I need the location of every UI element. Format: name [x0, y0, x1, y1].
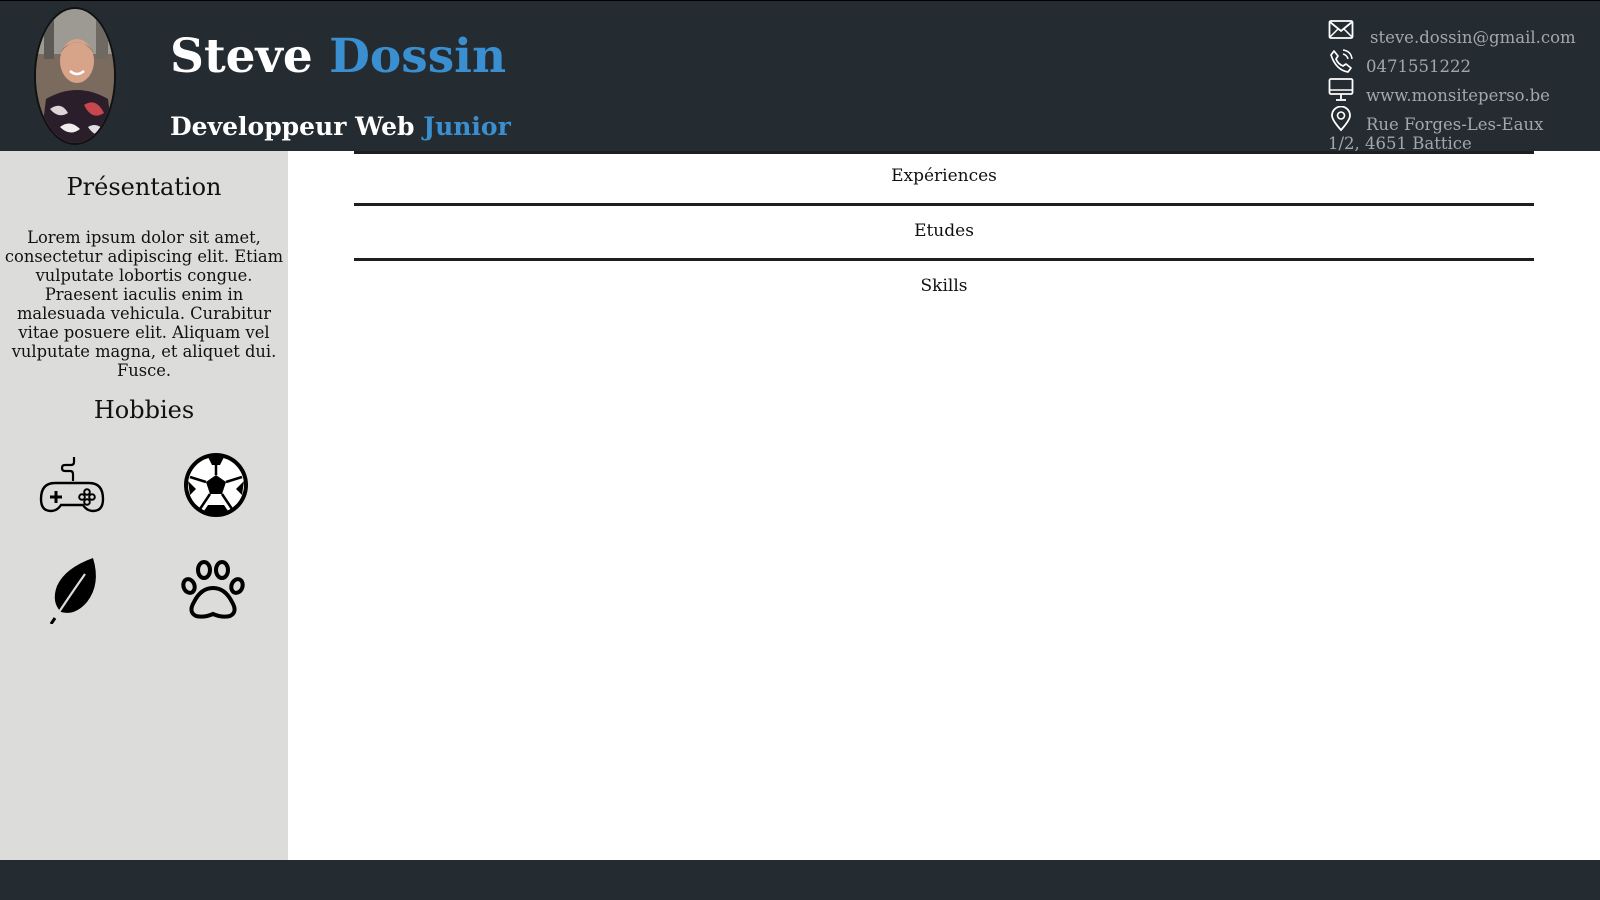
cv-page: Steve Dossin Developpeur Web Junior stev…	[0, 0, 1600, 900]
address-text: Rue Forges-Les-Eaux 1/2, 4651 Battice	[1328, 115, 1544, 153]
hobbies-title: Hobbies	[93, 396, 195, 424]
envelope-icon	[1328, 19, 1354, 45]
avatar	[34, 7, 116, 145]
footer	[0, 860, 1600, 900]
soccer-ball-icon	[180, 447, 250, 517]
presentation-text: Lorem ipsum dolor sit amet, consectetur …	[4, 228, 284, 380]
contact-website[interactable]: www.monsiteperso.be	[1328, 77, 1588, 106]
section-experiences[interactable]: Expériences	[354, 151, 1534, 206]
monitor-icon	[1328, 77, 1354, 103]
full-name: Steve Dossin	[170, 29, 506, 85]
phone-text[interactable]: 0471551222	[1366, 57, 1471, 76]
contact-email[interactable]: steve.dossin@gmail.com	[1328, 19, 1588, 48]
email-text[interactable]: steve.dossin@gmail.com	[1370, 28, 1576, 47]
phone-icon	[1328, 48, 1354, 74]
last-name: Dossin	[329, 29, 507, 84]
header: Steve Dossin Developpeur Web Junior stev…	[0, 0, 1600, 153]
gamepad-icon	[37, 447, 107, 517]
contact-address: Rue Forges-Les-Eaux 1/2, 4651 Battice	[1328, 105, 1588, 153]
website-text[interactable]: www.monsiteperso.be	[1366, 86, 1550, 105]
main-content: Expériences Etudes Skills	[354, 151, 1534, 313]
leaf-icon	[37, 554, 107, 624]
paw-icon	[180, 554, 250, 624]
sidebar: Présentation Lorem ipsum dolor sit amet,…	[0, 151, 288, 860]
section-etudes-label[interactable]: Etudes	[914, 221, 974, 241]
section-skills[interactable]: Skills	[354, 261, 1534, 313]
job-title-main: Developpeur Web	[170, 112, 415, 141]
job-title-accent: Junior	[423, 112, 511, 141]
presentation-title: Présentation	[66, 173, 222, 201]
section-experiences-label[interactable]: Expériences	[891, 166, 997, 186]
contact-info: steve.dossin@gmail.com 0471551222 www.mo…	[1328, 19, 1588, 153]
job-title: Developpeur Web Junior	[170, 112, 511, 142]
first-name: Steve	[170, 29, 313, 84]
section-etudes[interactable]: Etudes	[354, 206, 1534, 261]
section-skills-label[interactable]: Skills	[921, 276, 968, 296]
contact-phone[interactable]: 0471551222	[1328, 48, 1588, 77]
